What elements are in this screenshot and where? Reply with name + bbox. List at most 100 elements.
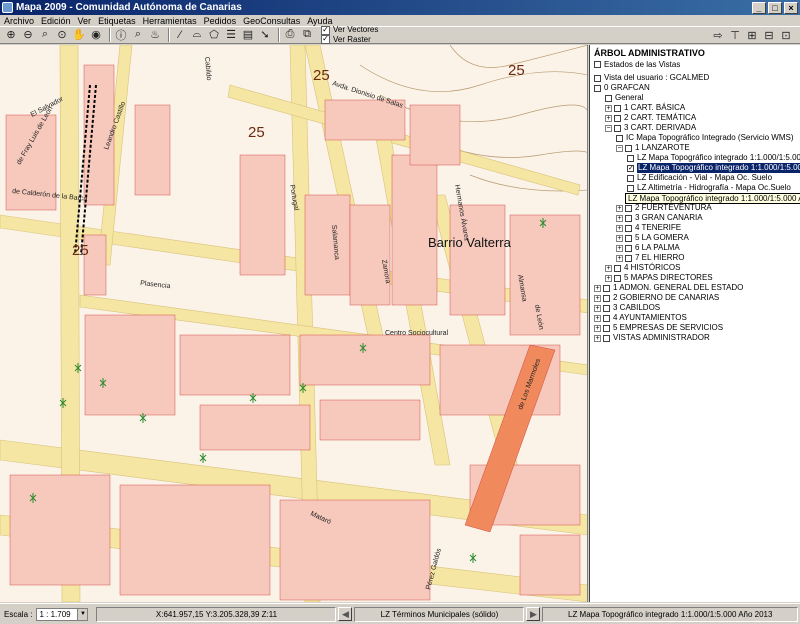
tree-item-checkbox[interactable] bbox=[625, 244, 632, 252]
tree-item[interactable]: +4 AYUNTAMIENTOS bbox=[590, 313, 800, 323]
tree-item-checkbox[interactable] bbox=[625, 224, 632, 232]
tree-item-checkbox[interactable] bbox=[625, 234, 632, 242]
zoom-extent-icon[interactable]: ⊙ bbox=[55, 28, 69, 42]
tree-item[interactable]: +7 EL HIERRO bbox=[590, 253, 800, 263]
tree-item[interactable]: +2 GOBIERNO DE CANARIAS bbox=[590, 293, 800, 303]
arrow-select-icon[interactable]: ➘ bbox=[258, 28, 272, 42]
tree-item-checkbox[interactable] bbox=[627, 184, 634, 192]
tree-item[interactable]: − 1 LANZAROTE bbox=[590, 143, 800, 153]
tree-item-checkbox[interactable] bbox=[614, 114, 621, 122]
expand-icon[interactable]: + bbox=[616, 234, 623, 242]
tree-item-checkbox[interactable] bbox=[614, 274, 621, 282]
minimize-button[interactable]: _ bbox=[752, 1, 766, 14]
expand-icon[interactable]: + bbox=[616, 214, 623, 222]
tree-item-checkbox[interactable] bbox=[614, 104, 621, 112]
tree-item[interactable]: LZ Altimetría - Hidrografía - Mapa Oc.Su… bbox=[590, 183, 800, 193]
close-button[interactable]: × bbox=[784, 1, 798, 14]
tree-item[interactable]: LZ Mapa Topográfico integrado 1:1.000/1:… bbox=[590, 153, 800, 163]
tree-item-checkbox[interactable] bbox=[594, 74, 601, 82]
tree-item-checkbox[interactable] bbox=[616, 134, 623, 142]
tree-item[interactable]: − 3 CART. DERIVADA bbox=[590, 123, 800, 133]
views-state-checkbox[interactable] bbox=[594, 61, 601, 68]
expand-icon[interactable]: + bbox=[594, 324, 601, 332]
tree-icon[interactable]: ⊤ bbox=[728, 28, 742, 42]
tree-expand-icon[interactable]: ⊞ bbox=[745, 28, 759, 42]
expand-icon[interactable]: + bbox=[605, 114, 612, 122]
ver-raster-checkbox[interactable]: ✓ bbox=[321, 34, 330, 44]
tree-item-checkbox[interactable] bbox=[625, 144, 632, 152]
tree-item-checkbox[interactable] bbox=[605, 94, 612, 102]
zoom-window-icon[interactable]: ⌕ bbox=[38, 28, 52, 42]
tree-item[interactable]: +2 FUERTEVENTURA bbox=[590, 203, 800, 213]
tree-item[interactable]: LZ Edificación - Vial - Mapa Oc. Suelo bbox=[590, 173, 800, 183]
maximize-button[interactable]: □ bbox=[768, 1, 782, 14]
tree-item-checkbox[interactable] bbox=[603, 324, 610, 332]
tree-item[interactable]: +6 LA PALMA bbox=[590, 243, 800, 253]
tree-item-checkbox[interactable] bbox=[603, 334, 610, 342]
expand-icon[interactable]: + bbox=[594, 314, 601, 322]
tree-item[interactable]: IC Mapa Topográfico Integrado (Servicio … bbox=[590, 133, 800, 143]
tree-item[interactable]: Vista del usuario : GCALMED bbox=[590, 73, 800, 83]
tree-item[interactable]: 0 GRAFCAN bbox=[590, 83, 800, 93]
ver-raster-toggle[interactable]: ✓ Ver Raster bbox=[321, 35, 378, 44]
menu-edicion[interactable]: Edición bbox=[41, 16, 71, 26]
tree-item-checkbox[interactable]: ✓ bbox=[627, 164, 634, 172]
tree-item-checkbox[interactable] bbox=[627, 174, 634, 182]
fire-icon[interactable]: ♨ bbox=[148, 28, 162, 42]
tree-item-checkbox[interactable] bbox=[625, 204, 632, 212]
scale-select[interactable]: 1 : 1.709 ▼ bbox=[36, 607, 89, 621]
tree-item-checkbox[interactable] bbox=[614, 124, 621, 132]
tree-item[interactable]: +1 CART. BÁSICA bbox=[590, 103, 800, 113]
measure-line-icon[interactable]: ⁄ bbox=[173, 28, 187, 42]
pan-icon[interactable]: ✋ bbox=[72, 28, 86, 42]
tree-item-checkbox[interactable] bbox=[627, 154, 634, 162]
tree-item[interactable]: +5 MAPAS DIRECTORES bbox=[590, 273, 800, 283]
tree-item-checkbox[interactable] bbox=[625, 254, 632, 262]
ver-vectores-checkbox[interactable]: ✓ bbox=[321, 25, 330, 35]
tree-item-checkbox[interactable] bbox=[625, 214, 632, 222]
tree-item[interactable]: +1 ADMON. GENERAL DEL ESTADO bbox=[590, 283, 800, 293]
polygon-icon[interactable]: ⬠ bbox=[207, 28, 221, 42]
tree-item[interactable]: +5 EMPRESAS DE SERVICIOS bbox=[590, 323, 800, 333]
menu-ayuda[interactable]: Ayuda bbox=[307, 16, 332, 26]
menu-pedidos[interactable]: Pedidos bbox=[204, 16, 237, 26]
tree-item-checkbox[interactable] bbox=[603, 294, 610, 302]
copy-icon[interactable]: ⧉ bbox=[300, 28, 314, 42]
tree-item-checkbox[interactable] bbox=[594, 84, 601, 92]
arrow-right-icon[interactable]: ▶ bbox=[526, 607, 541, 621]
print-icon[interactable]: ⎙ bbox=[283, 28, 297, 42]
tree-item[interactable]: ✓ LZ Mapa Topográfico integrado 1:1.000/1… bbox=[590, 163, 800, 173]
collapse-icon[interactable]: − bbox=[616, 144, 623, 152]
arrow-right-icon[interactable]: ⇨ bbox=[711, 28, 725, 42]
menu-ver[interactable]: Ver bbox=[78, 16, 92, 26]
tree-item-checkbox[interactable] bbox=[603, 304, 610, 312]
zoom-in-icon[interactable]: ⊕ bbox=[4, 28, 18, 42]
expand-icon[interactable]: + bbox=[605, 274, 612, 282]
tree-collapse-icon[interactable]: ⊟ bbox=[762, 28, 776, 42]
expand-icon[interactable]: + bbox=[616, 224, 623, 232]
expand-icon[interactable]: + bbox=[594, 294, 601, 302]
map-view[interactable]: 25 25 25 25 Barrio Valterra Avda. Dionis… bbox=[0, 45, 588, 602]
expand-icon[interactable]: + bbox=[605, 104, 612, 112]
tree-item-checkbox[interactable] bbox=[614, 264, 621, 272]
document-icon[interactable]: ▤ bbox=[241, 28, 255, 42]
expand-icon[interactable]: + bbox=[605, 264, 612, 272]
tree-item[interactable]: +4 TENERIFE bbox=[590, 223, 800, 233]
tree-item-checkbox[interactable] bbox=[603, 284, 610, 292]
expand-icon[interactable]: + bbox=[594, 284, 601, 292]
expand-icon[interactable]: + bbox=[616, 254, 623, 262]
tree-item[interactable]: +3 CABILDOS bbox=[590, 303, 800, 313]
tree-item[interactable]: +5 LA GOMERA bbox=[590, 233, 800, 243]
measure-area-icon[interactable]: ⌓ bbox=[190, 28, 204, 42]
ver-vectores-toggle[interactable]: ✓ Ver Vectores bbox=[321, 25, 378, 35]
zoom-out-icon[interactable]: ⊖ bbox=[21, 28, 35, 42]
menu-herramientas[interactable]: Herramientas bbox=[143, 16, 197, 26]
expand-icon[interactable]: + bbox=[616, 244, 623, 252]
expand-icon[interactable]: + bbox=[616, 204, 623, 212]
menu-geoconsultas[interactable]: GeoConsultas bbox=[243, 16, 300, 26]
tree-settings-icon[interactable]: ⊡ bbox=[779, 28, 793, 42]
layers-icon[interactable]: ☰ bbox=[224, 28, 238, 42]
chevron-down-icon[interactable]: ▼ bbox=[77, 608, 88, 620]
tree-item[interactable]: +2 CART. TEMÁTICA bbox=[590, 113, 800, 123]
info-icon[interactable]: ⓘ bbox=[114, 28, 128, 42]
